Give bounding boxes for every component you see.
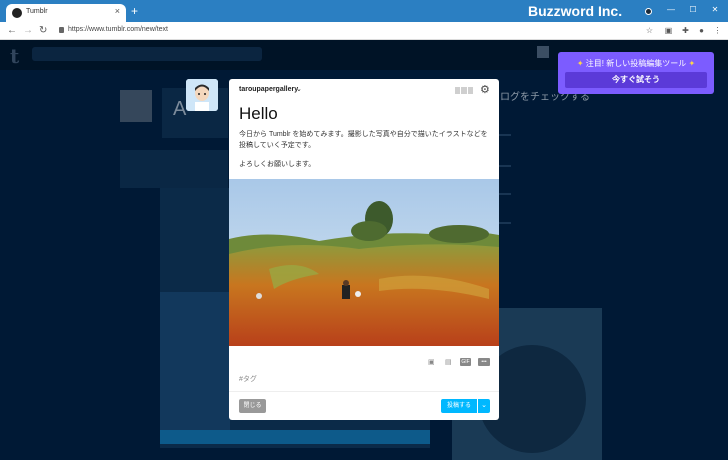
profile-dot-icon[interactable]: [645, 8, 652, 15]
layout-toggle[interactable]: [455, 87, 473, 94]
bg-illustration: [160, 292, 230, 432]
tag-input[interactable]: #タグ: [239, 374, 257, 384]
close-window-button[interactable]: ✕: [710, 5, 720, 15]
bg-avatar-card: [120, 150, 228, 188]
url-field[interactable]: https://www.tumblr.com/new/text: [56, 25, 656, 37]
browser-titlebar: Tumblr × + Buzzword Inc. — ☐ ✕: [0, 0, 728, 22]
url-text: https://www.tumblr.com/new/text: [68, 26, 168, 33]
tab-title: Tumblr: [26, 8, 48, 15]
maximize-button[interactable]: ☐: [688, 5, 698, 15]
bg-footer-bar: [160, 430, 430, 444]
tumblr-favicon-icon: [12, 8, 22, 18]
forward-button[interactable]: →: [23, 24, 33, 38]
post-body-line1: 今日から Tumblr を始めてみます。撮影した写真や自分で描いたイラストなどを: [239, 131, 488, 138]
promo-text-row: ✦ 注目! 新しい投稿編集ツール ✦: [558, 58, 714, 69]
lock-icon: [59, 27, 64, 33]
post-editor-modal: taroupapergallery ⌄ ⚙ Hello 今日から Tumblr …: [229, 79, 499, 420]
minimize-button[interactable]: —: [666, 5, 676, 15]
menu-icon[interactable]: ⋮: [713, 26, 722, 35]
extensions-icon[interactable]: ✚: [681, 26, 690, 35]
bg-line: [499, 134, 511, 136]
user-avatar[interactable]: [186, 79, 218, 111]
post-photo[interactable]: [229, 179, 499, 346]
star-icon[interactable]: ☆: [645, 26, 654, 35]
gif-button[interactable]: GIF: [460, 358, 471, 366]
browser-tab[interactable]: Tumblr ×: [6, 4, 126, 22]
new-editor-promo: ✦ 注目! 新しい投稿編集ツール ✦ 今すぐ試そう: [558, 52, 714, 94]
tab-close-icon[interactable]: ×: [115, 6, 120, 16]
editor-divider: [229, 391, 499, 392]
sparkle-right-icon: ✦: [688, 59, 696, 68]
tumblr-logo: t: [10, 44, 20, 68]
post-button[interactable]: 投稿する: [441, 399, 477, 413]
post-body-line3[interactable]: よろしくお願いします。: [239, 159, 315, 169]
bg-text-a: A: [173, 98, 187, 120]
post-title[interactable]: Hello: [239, 104, 278, 124]
post-body-line2: 投稿していく予定です。: [239, 142, 316, 149]
avatar-illustration-icon: [186, 79, 218, 111]
camera-icon[interactable]: ▣: [428, 358, 435, 366]
blog-name[interactable]: taroupapergallery: [239, 86, 298, 93]
back-button[interactable]: ←: [7, 24, 17, 38]
promo-text: 注目! 新しい投稿編集ツール: [585, 59, 687, 68]
close-button[interactable]: 閉じる: [239, 399, 266, 413]
account-icon[interactable]: ●: [697, 26, 706, 35]
video-icon[interactable]: ▤: [445, 358, 452, 366]
bg-line: [499, 193, 511, 195]
gear-icon[interactable]: ⚙: [480, 83, 490, 96]
try-now-button[interactable]: 今すぐ試そう: [565, 72, 707, 88]
new-tab-button[interactable]: +: [131, 4, 138, 18]
post-options-chevron-down-icon[interactable]: ⌄: [478, 399, 490, 413]
bg-line: [499, 165, 511, 167]
blog-chevron-down-icon[interactable]: ⌄: [296, 85, 302, 93]
more-options-button[interactable]: •••: [478, 358, 490, 366]
reload-button[interactable]: ↻: [39, 24, 47, 38]
home-icon: [537, 46, 549, 58]
address-bar: ← → ↻ https://www.tumblr.com/new/text ☆ …: [0, 22, 728, 40]
translate-icon[interactable]: ▣: [664, 26, 673, 35]
sparkle-left-icon: ✦: [576, 59, 584, 68]
brand-watermark: Buzzword Inc.: [528, 3, 623, 19]
post-body[interactable]: 今日から Tumblr を始めてみます。撮影した写真や自分で描いたイラストなどを…: [239, 129, 491, 151]
bg-line: [499, 222, 511, 224]
search-input: [32, 47, 262, 61]
dashboard-avatar: [120, 90, 152, 122]
